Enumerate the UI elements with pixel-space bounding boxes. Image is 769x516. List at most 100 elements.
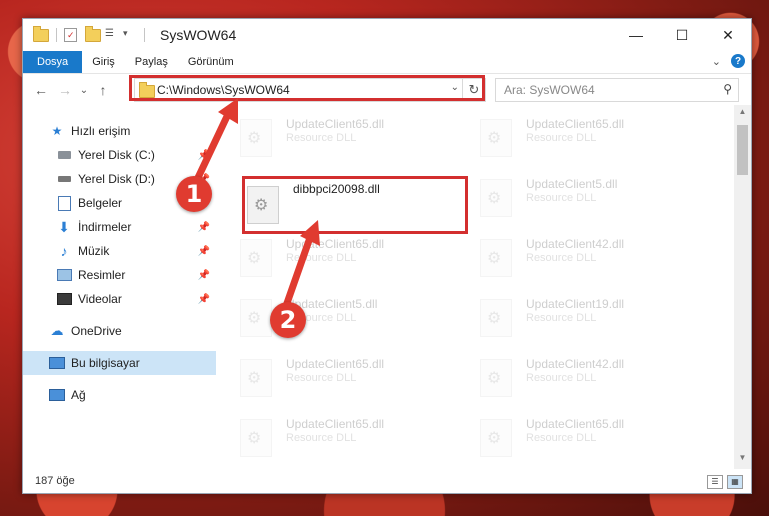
up-button[interactable]: ↑ xyxy=(91,82,115,98)
sidebar-item-videos[interactable]: Videolar 📌 xyxy=(23,287,216,311)
file-name: UpdateClient65.dll xyxy=(526,117,625,131)
dll-file-icon xyxy=(480,299,512,337)
file-item[interactable]: UpdateClient19.dll Resource DLL xyxy=(478,293,708,343)
file-description: Resource DLL xyxy=(286,132,357,144)
file-item[interactable]: UpdateClient65.dll Resource DLL xyxy=(478,113,708,163)
dll-file-icon xyxy=(480,119,512,157)
recent-locations-button[interactable]: ⌄ xyxy=(77,85,91,96)
scroll-down-icon[interactable]: ▼ xyxy=(734,453,751,467)
sidebar-item-this-pc[interactable]: Bu bilgisayar xyxy=(23,351,216,375)
download-icon: ⬇ xyxy=(58,218,70,235)
sidebar-item-music[interactable]: ♪ Müzik 📌 xyxy=(23,239,216,263)
close-button[interactable]: ✕ xyxy=(705,19,751,51)
file-description: Resource DLL xyxy=(526,192,597,204)
help-icon[interactable]: ? xyxy=(731,54,745,68)
search-placeholder: Ara: SysWOW64 xyxy=(504,83,595,97)
back-button[interactable]: ← xyxy=(29,82,53,98)
details-view-icon[interactable]: ☰ xyxy=(707,475,723,489)
tab-home[interactable]: Giriş xyxy=(82,51,125,73)
file-description: Resource DLL xyxy=(286,372,357,384)
content-area: ★ Hızlı erişim Yerel Disk (C:) 📌 Yerel D… xyxy=(23,105,751,469)
highlighted-file-item[interactable]: dibbpci20098.dll xyxy=(245,180,475,230)
network-icon xyxy=(49,387,65,403)
navigation-bar: ← → ⌄ ↑ C:\Windows\SysWOW64 ⌄ ↻ Ara: Sys… xyxy=(23,73,751,106)
chevron-down-icon[interactable]: ▾ xyxy=(123,28,137,42)
forward-button[interactable]: → xyxy=(53,82,77,98)
sidebar-item-label: Yerel Disk (C:) xyxy=(78,148,155,162)
properties-icon[interactable]: ✓ xyxy=(64,28,77,42)
sidebar-item-disk-c[interactable]: Yerel Disk (C:) 📌 xyxy=(23,143,216,167)
tab-share[interactable]: Paylaş xyxy=(125,51,178,73)
file-item[interactable]: UpdateClient42.dll Resource DLL xyxy=(478,233,708,283)
sidebar-item-onedrive[interactable]: ☁ OneDrive xyxy=(23,319,216,343)
vertical-scrollbar[interactable]: ▲ ▼ xyxy=(734,105,751,469)
file-name: UpdateClient42.dll xyxy=(526,237,625,251)
folder-icon xyxy=(33,25,49,42)
sidebar-item-pictures[interactable]: Resimler 📌 xyxy=(23,263,216,287)
search-input[interactable]: Ara: SysWOW64 ⚲ xyxy=(495,78,739,102)
dll-file-icon xyxy=(240,419,272,457)
file-item[interactable]: UpdateClient65.dll Resource DLL xyxy=(238,233,468,283)
view-switcher: ☰ ▦ xyxy=(707,475,743,489)
sidebar-item-quick-access[interactable]: ★ Hızlı erişim xyxy=(23,119,216,143)
file-description: Resource DLL xyxy=(286,252,357,264)
sidebar-item-label: Bu bilgisayar xyxy=(71,356,140,370)
file-name: UpdateClient42.dll xyxy=(526,357,625,371)
file-item[interactable]: UpdateClient5.dll Resource DLL xyxy=(478,173,708,223)
file-list: UpdateClient65.dll Resource DLL UpdateCl… xyxy=(216,105,751,469)
large-icons-view-icon[interactable]: ▦ xyxy=(727,475,743,489)
minimize-button[interactable]: — xyxy=(613,19,659,51)
drive-icon xyxy=(56,147,72,163)
file-description: Resource DLL xyxy=(526,432,597,444)
dll-file-icon xyxy=(240,299,272,337)
file-name: UpdateClient5.dll xyxy=(526,177,618,191)
dll-file-icon xyxy=(240,119,272,157)
file-item[interactable]: UpdateClient65.dll Resource DLL xyxy=(238,413,468,463)
file-name: UpdateClient65.dll xyxy=(286,357,385,371)
tab-file[interactable]: Dosya xyxy=(23,51,83,73)
file-description: Resource DLL xyxy=(526,372,597,384)
address-highlight-box xyxy=(129,75,485,101)
dll-file-icon xyxy=(480,179,512,217)
file-description: Resource DLL xyxy=(526,312,597,324)
divider xyxy=(56,28,57,42)
file-name: UpdateClient65.dll xyxy=(286,417,385,431)
file-item[interactable]: UpdateClient42.dll Resource DLL xyxy=(478,353,708,403)
pin-icon: 📌 xyxy=(197,293,210,305)
new-folder-icon[interactable] xyxy=(85,25,101,42)
music-icon: ♪ xyxy=(60,243,68,259)
sidebar-item-label: İndirmeler xyxy=(78,220,132,234)
pin-icon: 📌 xyxy=(197,269,210,281)
sidebar-item-network[interactable]: Ağ xyxy=(23,383,216,407)
dll-file-icon xyxy=(240,359,272,397)
file-item[interactable]: UpdateClient65.dll Resource DLL xyxy=(238,113,468,163)
sidebar-item-label: Videolar xyxy=(78,292,122,306)
status-bar: 187 öğe ☰ ▦ xyxy=(23,469,751,493)
sidebar-item-downloads[interactable]: ⬇ İndirmeler 📌 xyxy=(23,215,216,239)
file-item[interactable]: UpdateClient65.dll Resource DLL xyxy=(238,353,468,403)
dll-file-icon xyxy=(247,186,279,224)
highlighted-file-name: dibbpci20098.dll xyxy=(293,182,380,196)
expand-ribbon-icon[interactable]: ⌄ xyxy=(712,55,721,68)
computer-icon xyxy=(49,355,65,371)
explorer-window: ✓ ☰ ▾ SysWOW64 — ☐ ✕ Dosya Giriş Paylaş … xyxy=(22,18,752,494)
sidebar-item-label: Hızlı erişim xyxy=(71,124,131,138)
sidebar-item-label: Ağ xyxy=(71,388,86,402)
file-name: UpdateClient65.dll xyxy=(286,237,385,251)
file-item[interactable]: UpdateClient65.dll Resource DLL xyxy=(478,413,708,463)
sidebar-item-label: Yerel Disk (D:) xyxy=(78,172,155,186)
cloud-icon: ☁ xyxy=(50,323,64,338)
window-controls: — ☐ ✕ xyxy=(613,19,751,51)
customize-icon[interactable]: ☰ xyxy=(105,28,119,42)
scroll-up-icon[interactable]: ▲ xyxy=(734,107,751,121)
sidebar-item-label: Resimler xyxy=(78,268,126,282)
step-badge-1: 1 xyxy=(176,176,212,212)
search-icon[interactable]: ⚲ xyxy=(723,82,732,96)
file-name: UpdateClient65.dll xyxy=(526,417,625,431)
scroll-thumb[interactable] xyxy=(737,125,748,175)
maximize-button[interactable]: ☐ xyxy=(659,19,705,51)
tab-view[interactable]: Görünüm xyxy=(178,51,244,73)
item-count: 187 öğe xyxy=(35,475,75,487)
title-bar: ✓ ☰ ▾ SysWOW64 — ☐ ✕ xyxy=(23,19,751,51)
file-name: UpdateClient65.dll xyxy=(286,117,385,131)
